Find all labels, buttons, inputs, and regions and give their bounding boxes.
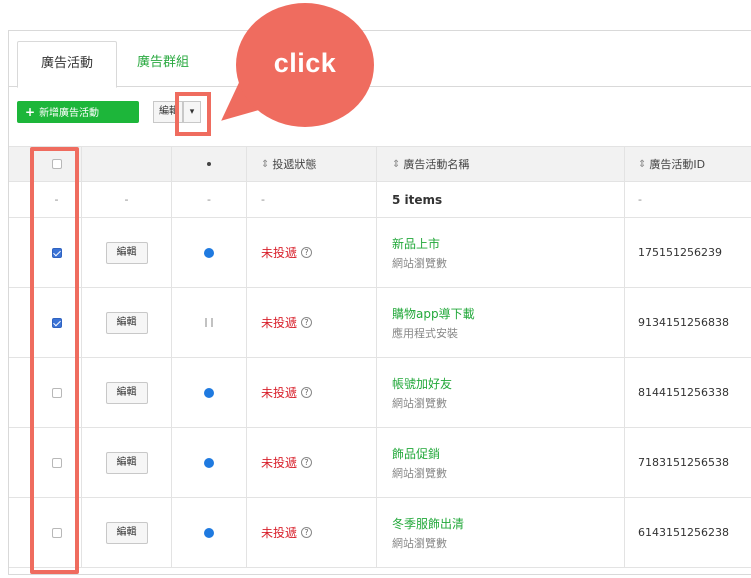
pause-icon[interactable] — [205, 318, 213, 327]
row-status-cell: 未投遞 ? — [247, 498, 377, 567]
new-campaign-label: 新增廣告活動 — [39, 108, 100, 119]
campaign-name-link[interactable]: 冬季服飾出清 — [392, 515, 464, 532]
row-edit-button[interactable]: 編輯 — [105, 311, 148, 334]
row-edit-cell: 編輯 — [82, 428, 172, 497]
header-name[interactable]: ⇕ 廣告活動名稱 — [377, 147, 625, 181]
delivery-status: 未投遞 — [261, 316, 298, 330]
active-dot-icon[interactable] — [204, 387, 214, 398]
table-row: 編輯 未投遞 ? 帳號加好友 網站瀏覽數 8144151256338 — [9, 358, 751, 428]
help-icon[interactable]: ? — [301, 527, 313, 538]
active-dot-icon[interactable] — [204, 247, 214, 258]
row-edit-cell: 編輯 — [82, 498, 172, 567]
row-edit-button[interactable]: 編輯 — [105, 521, 148, 544]
delivery-status: 未投遞 — [261, 386, 298, 400]
campaign-name-link[interactable]: 帳號加好友 — [392, 375, 452, 392]
row-edit-cell: 編輯 — [82, 218, 172, 287]
active-dot-icon[interactable] — [204, 527, 214, 538]
row-state-cell — [172, 218, 247, 287]
help-icon[interactable]: ? — [301, 387, 313, 398]
campaign-objective: 網站瀏覽數 — [392, 396, 447, 410]
campaign-id: 175151256239 — [638, 246, 722, 259]
row-state-cell — [172, 358, 247, 427]
summary-status: - — [247, 182, 377, 217]
campaign-name-link[interactable]: 購物app導下載 — [392, 305, 475, 322]
row-id-cell: 8144151256338 — [625, 358, 751, 427]
campaign-objective: 網站瀏覽數 — [392, 256, 447, 270]
plus-icon: + — [25, 105, 36, 119]
sort-icon: ⇕ — [392, 158, 401, 170]
tab-bar: 廣告活動 廣告群組 廣 — [9, 41, 751, 88]
help-icon[interactable]: ? — [301, 317, 313, 328]
table-row: 編輯 未投遞 ? 購物app導下載 應用程式安裝 9134151256838 — [9, 288, 751, 358]
campaign-id: 6143151256238 — [638, 526, 729, 539]
row-edit-cell: 編輯 — [82, 288, 172, 357]
row-name-cell: 購物app導下載 應用程式安裝 — [377, 288, 625, 357]
table-header: ⇕ 投遞狀態 ⇕ 廣告活動名稱 ⇕ 廣告活動ID — [9, 146, 751, 182]
row-status-cell: 未投遞 ? — [247, 218, 377, 287]
row-id-cell: 6143151256238 — [625, 498, 751, 567]
row-id-cell: 9134151256838 — [625, 288, 751, 357]
delivery-status: 未投遞 — [261, 526, 298, 540]
campaign-objective: 應用程式安裝 — [392, 326, 458, 340]
summary-edit: - — [82, 182, 172, 217]
header-id[interactable]: ⇕ 廣告活動ID — [625, 147, 751, 181]
row-state-cell — [172, 288, 247, 357]
table-row: 編輯 未投遞 ? 飾品促銷 網站瀏覽數 7183151256538 — [9, 428, 751, 498]
campaign-objective: 網站瀏覽數 — [392, 466, 447, 480]
summary-row: - - - - 5 items - — [9, 182, 751, 218]
header-status[interactable]: ⇕ 投遞狀態 — [247, 147, 377, 181]
summary-count: 5 items — [377, 182, 625, 217]
tab-ad-groups[interactable]: 廣告群組 — [121, 41, 205, 87]
row-status-cell: 未投遞 ? — [247, 358, 377, 427]
table-row: 編輯 未投遞 ? 冬季服飾出清 網站瀏覽數 6143151256238 — [9, 498, 751, 568]
row-state-cell — [172, 498, 247, 567]
row-id-cell: 7183151256538 — [625, 428, 751, 497]
row-id-cell: 175151256239 — [625, 218, 751, 287]
summary-id: - — [638, 193, 642, 206]
row-edit-button[interactable]: 編輯 — [105, 241, 148, 264]
campaign-id: 7183151256538 — [638, 456, 729, 469]
header-edit-cell — [82, 147, 172, 181]
row-state-cell — [172, 428, 247, 497]
delivery-status: 未投遞 — [261, 246, 298, 260]
campaign-id: 9134151256838 — [638, 316, 729, 329]
row-name-cell: 冬季服飾出清 網站瀏覽數 — [377, 498, 625, 567]
help-icon[interactable]: ? — [301, 247, 313, 258]
tab-campaigns[interactable]: 廣告活動 — [17, 41, 117, 88]
sort-icon: ⇕ — [261, 158, 270, 170]
campaign-objective: 網站瀏覽數 — [392, 536, 447, 550]
campaign-name-link[interactable]: 新品上市 — [392, 235, 440, 252]
active-dot-icon[interactable] — [204, 457, 214, 468]
row-status-cell: 未投遞 ? — [247, 428, 377, 497]
row-status-cell: 未投遞 ? — [247, 288, 377, 357]
row-edit-button[interactable]: 編輯 — [105, 381, 148, 404]
row-edit-cell: 編輯 — [82, 358, 172, 427]
dropdown-highlight — [175, 92, 211, 136]
campaign-panel: 廣告活動 廣告群組 廣 +新增廣告活動 編輯 ▾ ⇕投遞狀態 ⇕廣告活動名稱 ⇕… — [8, 30, 751, 575]
campaign-name-link[interactable]: 飾品促銷 — [392, 445, 440, 462]
new-campaign-button[interactable]: + 新增廣告活動 — [17, 101, 139, 123]
summary-dot: - — [172, 182, 247, 217]
row-name-cell: 飾品促銷 網站瀏覽數 — [377, 428, 625, 497]
status-dot-icon — [207, 162, 211, 166]
row-name-cell: 帳號加好友 網站瀏覽數 — [377, 358, 625, 427]
sort-icon: ⇕ — [638, 158, 647, 170]
table-row: 編輯 未投遞 ? 新品上市 網站瀏覽數 175151256239 — [9, 218, 751, 288]
callout-text: click — [273, 48, 337, 78]
header-dot-cell — [172, 147, 247, 181]
delivery-status: 未投遞 — [261, 456, 298, 470]
checkbox-column-highlight — [30, 147, 79, 574]
campaign-id: 8144151256338 — [638, 386, 729, 399]
row-edit-button[interactable]: 編輯 — [105, 451, 148, 474]
help-icon[interactable]: ? — [301, 457, 313, 468]
row-name-cell: 新品上市 網站瀏覽數 — [377, 218, 625, 287]
